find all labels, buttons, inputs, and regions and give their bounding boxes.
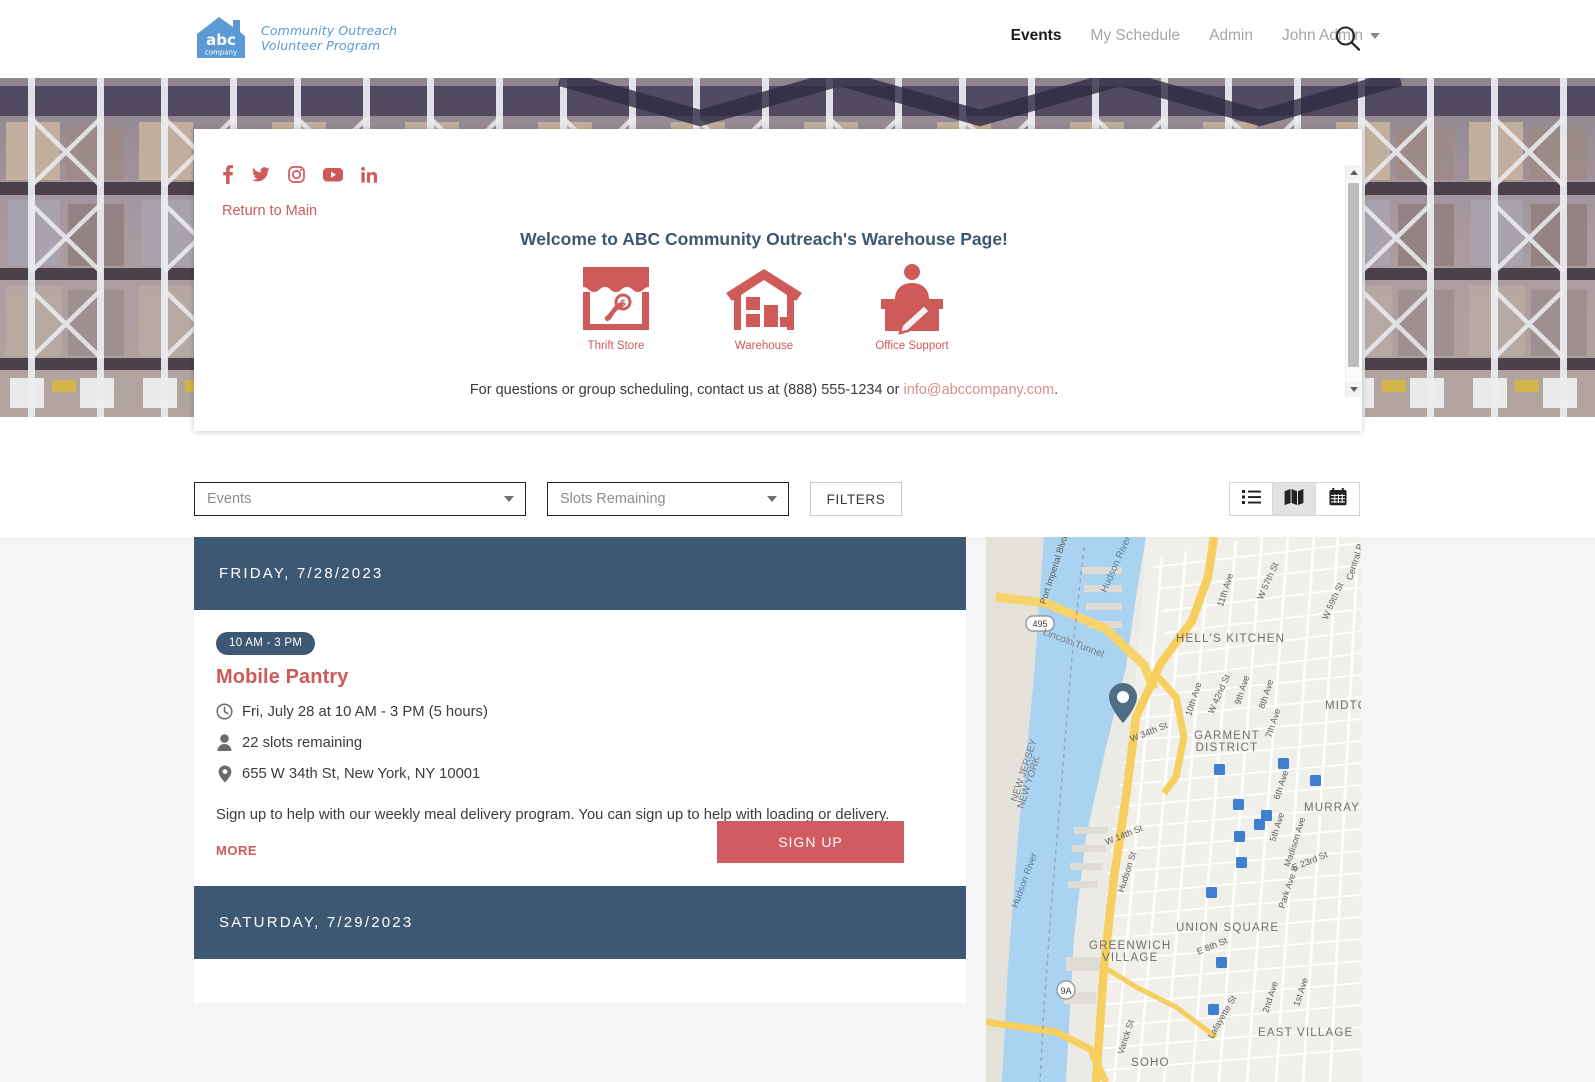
scroll-down-arrow-icon[interactable] xyxy=(1346,382,1361,397)
panel-scrollbar[interactable] xyxy=(1345,165,1361,397)
welcome-panel: Return to Main Welcome to ABC Community … xyxy=(194,129,1362,431)
abc-company-logo-icon: abc company xyxy=(193,14,251,62)
office-support-icon xyxy=(864,261,960,335)
events-list: FRIDAY, 7/28/2023 10 AM - 3 PM Mobile Pa… xyxy=(194,537,966,1004)
scroll-up-arrow-icon[interactable] xyxy=(1346,165,1361,180)
twitter-icon[interactable] xyxy=(252,167,270,182)
event-map[interactable]: 495 9A HELL'S KITCHEN GARMENT DISTRICT M… xyxy=(986,537,1361,1082)
contact-email-link[interactable]: info@abccompany.com xyxy=(903,382,1054,398)
list-icon xyxy=(1241,489,1261,510)
thrift-store-icon: $ xyxy=(568,261,664,335)
filters-button[interactable]: FILTERS xyxy=(810,482,902,516)
event-signup-button[interactable]: SIGN UP xyxy=(717,821,904,864)
event-slots-row: 22 slots remaining xyxy=(216,734,941,751)
event-slots: 22 slots remaining xyxy=(242,734,363,751)
category-label: Office Support xyxy=(875,340,949,352)
route-shield-495: 495 xyxy=(1025,615,1055,632)
event-time-badge: 10 AM - 3 PM xyxy=(216,632,316,655)
day-header-saturday: SATURDAY, 7/29/2023 xyxy=(194,886,966,960)
calendar-icon xyxy=(1329,487,1347,511)
view-toggle-group xyxy=(1229,482,1360,516)
event-address: 655 W 34th St, New York, NY 10001 xyxy=(242,766,481,782)
day-header-friday: FRIDAY, 7/28/2023 xyxy=(194,537,966,610)
svg-text:495: 495 xyxy=(1032,619,1047,629)
events-filter-value: Events xyxy=(207,491,252,507)
nav-item-my-schedule[interactable]: My Schedule xyxy=(1090,27,1180,45)
welcome-title: Welcome to ABC Community Outreach's Ware… xyxy=(520,229,1008,249)
youtube-icon[interactable] xyxy=(323,167,343,182)
chevron-down-icon xyxy=(504,496,514,502)
events-map-content: FRIDAY, 7/28/2023 10 AM - 3 PM Mobile Pa… xyxy=(0,537,1595,1082)
contact-suffix: . xyxy=(1054,382,1059,398)
site-header: abc company Community Outreach Volunteer… xyxy=(0,0,1595,78)
event-more-link[interactable]: MORE xyxy=(216,843,257,858)
category-label: Thrift Store xyxy=(587,340,645,352)
slots-filter-value: Slots Remaining xyxy=(560,491,666,507)
event-datetime-row: Fri, July 28 at 10 AM - 3 PM (5 hours) xyxy=(216,703,941,720)
events-filter-select[interactable]: Events xyxy=(194,482,526,516)
slots-remaining-filter-select[interactable]: Slots Remaining xyxy=(547,482,789,516)
return-to-main-link[interactable]: Return to Main xyxy=(222,203,317,219)
contact-line: For questions or group scheduling, conta… xyxy=(194,382,1334,398)
svg-text:abc: abc xyxy=(206,31,236,49)
chevron-down-icon xyxy=(767,496,777,502)
map-icon xyxy=(1284,488,1304,511)
event-datetime: Fri, July 28 at 10 AM - 3 PM (5 hours) xyxy=(242,703,488,720)
social-links xyxy=(222,165,377,184)
facebook-icon[interactable] xyxy=(222,165,234,184)
map-view-button[interactable] xyxy=(1273,483,1316,515)
category-warehouse[interactable]: Warehouse xyxy=(716,261,812,352)
clock-icon xyxy=(216,703,233,720)
linkedin-icon[interactable] xyxy=(361,166,377,183)
day-header-label: FRIDAY, 7/28/2023 xyxy=(219,565,384,582)
route-shield-9a: 9A xyxy=(1056,980,1076,1000)
event-address-row: 655 W 34th St, New York, NY 10001 xyxy=(216,765,941,783)
day-header-label: SATURDAY, 7/29/2023 xyxy=(219,914,414,932)
svg-text:$: $ xyxy=(620,299,626,309)
calendar-view-button[interactable] xyxy=(1316,483,1359,515)
filter-bar: Events Slots Remaining FILTERS xyxy=(0,417,1595,537)
contact-prefix: For questions or group scheduling, conta… xyxy=(469,382,904,398)
main-nav: Events My Schedule Admin John Admin xyxy=(1011,27,1380,45)
event-card-mobile-pantry: 10 AM - 3 PM Mobile Pantry Fri, July 28 … xyxy=(194,610,966,887)
category-label: Warehouse xyxy=(734,340,794,352)
location-pin-icon xyxy=(216,765,233,783)
search-icon[interactable] xyxy=(1331,22,1365,56)
category-office-support[interactable]: Office Support xyxy=(864,261,960,352)
category-thrift-store[interactable]: $ Thrift Store xyxy=(568,261,664,352)
svg-text:company: company xyxy=(205,49,237,57)
nav-item-events[interactable]: Events xyxy=(1011,27,1062,45)
event-card-partial: -- xyxy=(194,959,966,1004)
logo-tagline-line2: Volunteer Program xyxy=(261,38,381,53)
logo-tagline: Community Outreach Volunteer Program xyxy=(261,23,397,53)
category-icons-row: $ Thrift Store Warehouse Office Support xyxy=(194,261,1334,352)
site-logo[interactable]: abc company Community Outreach Volunteer… xyxy=(193,14,397,62)
warehouse-icon xyxy=(716,261,812,335)
chevron-down-icon xyxy=(1370,32,1380,39)
map-canvas[interactable]: 495 9A xyxy=(986,537,1361,1082)
person-icon xyxy=(216,734,233,751)
logo-tagline-line1: Community Outreach xyxy=(261,23,398,38)
scrollbar-thumb[interactable] xyxy=(1348,183,1359,367)
instagram-icon[interactable] xyxy=(288,166,305,183)
nav-item-admin[interactable]: Admin xyxy=(1209,27,1253,45)
svg-text:9A: 9A xyxy=(1060,986,1071,996)
list-view-button[interactable] xyxy=(1230,483,1273,515)
event-title[interactable]: Mobile Pantry xyxy=(216,666,941,689)
